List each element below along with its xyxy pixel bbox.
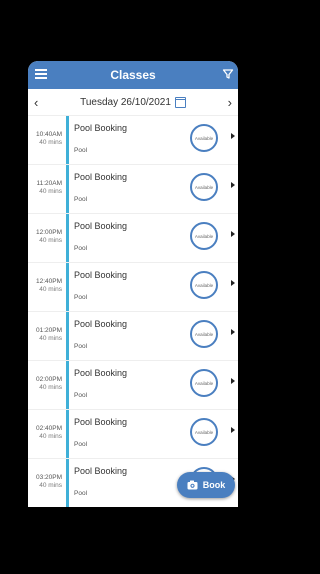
class-time: 02:40PM bbox=[35, 425, 62, 432]
class-accent-bar bbox=[66, 263, 69, 311]
class-accent-bar bbox=[66, 116, 69, 164]
class-list: 10:40AM 40 mins Pool Booking Pool Available 1… bbox=[28, 116, 238, 507]
chevron-right-icon[interactable] bbox=[231, 280, 235, 286]
class-name: Pool Booking bbox=[74, 319, 128, 329]
class-time: 03:20PM bbox=[35, 474, 62, 481]
date-picker[interactable]: Tuesday 26/10/2021 bbox=[80, 96, 186, 108]
availability-badge[interactable]: Available bbox=[190, 320, 218, 348]
chevron-right-icon[interactable] bbox=[231, 427, 235, 433]
class-location: Pool bbox=[74, 294, 88, 301]
chevron-right-icon[interactable] bbox=[231, 231, 235, 237]
class-accent-bar bbox=[66, 361, 69, 409]
class-accent-bar bbox=[66, 312, 69, 360]
chevron-right-icon[interactable] bbox=[231, 182, 235, 188]
class-time: 12:00PM bbox=[35, 229, 62, 236]
calendar-icon[interactable] bbox=[174, 96, 186, 108]
class-time: 01:20PM bbox=[35, 327, 62, 334]
class-name: Pool Booking bbox=[74, 221, 128, 231]
class-row[interactable]: 10:40AM 40 mins Pool Booking Pool Available bbox=[28, 116, 238, 165]
book-button[interactable]: Book bbox=[177, 472, 235, 498]
app-bar: Classes bbox=[28, 61, 238, 89]
class-location: Pool bbox=[74, 343, 88, 350]
class-duration: 40 mins bbox=[39, 237, 62, 244]
class-accent-bar bbox=[66, 410, 69, 458]
availability-badge[interactable]: Available bbox=[190, 418, 218, 446]
class-name: Pool Booking bbox=[74, 368, 128, 378]
class-name: Pool Booking bbox=[74, 270, 128, 280]
chevron-left-icon[interactable]: ‹ bbox=[34, 96, 38, 109]
class-accent-bar bbox=[66, 165, 69, 213]
chevron-right-icon[interactable] bbox=[231, 378, 235, 384]
page-title: Classes bbox=[110, 68, 156, 82]
menu-icon[interactable] bbox=[35, 69, 47, 79]
class-location: Pool bbox=[74, 441, 88, 448]
class-location: Pool bbox=[74, 245, 88, 252]
class-accent-bar bbox=[66, 459, 69, 507]
class-name: Pool Booking bbox=[74, 172, 128, 182]
class-location: Pool bbox=[74, 392, 88, 399]
class-row[interactable]: 01:20PM 40 mins Pool Booking Pool Available bbox=[28, 312, 238, 361]
class-row[interactable]: 12:00PM 40 mins Pool Booking Pool Available bbox=[28, 214, 238, 263]
availability-badge[interactable]: Available bbox=[190, 369, 218, 397]
class-duration: 40 mins bbox=[39, 433, 62, 440]
class-name: Pool Booking bbox=[74, 417, 128, 427]
class-accent-bar bbox=[66, 214, 69, 262]
class-duration: 40 mins bbox=[39, 335, 62, 342]
availability-badge[interactable]: Available bbox=[190, 222, 218, 250]
class-time: 02:00PM bbox=[35, 376, 62, 383]
class-time: 11:20AM bbox=[36, 180, 62, 187]
date-navigator: ‹ Tuesday 26/10/2021 › bbox=[28, 89, 238, 116]
class-duration: 40 mins bbox=[39, 188, 62, 195]
current-date: Tuesday 26/10/2021 bbox=[80, 96, 171, 108]
availability-badge[interactable]: Available bbox=[190, 173, 218, 201]
class-row[interactable]: 11:20AM 40 mins Pool Booking Pool Available bbox=[28, 165, 238, 214]
class-row[interactable]: 02:00PM 40 mins Pool Booking Pool Available bbox=[28, 361, 238, 410]
class-location: Pool bbox=[74, 196, 88, 203]
chevron-right-icon[interactable] bbox=[231, 329, 235, 335]
class-time: 10:40AM bbox=[35, 131, 62, 138]
chevron-right-icon[interactable] bbox=[231, 133, 235, 139]
availability-badge[interactable]: Available bbox=[190, 124, 218, 152]
filter-icon[interactable] bbox=[222, 68, 234, 80]
class-row[interactable]: 12:40PM 40 mins Pool Booking Pool Available bbox=[28, 263, 238, 312]
class-location: Pool bbox=[74, 147, 88, 154]
chevron-right-icon[interactable]: › bbox=[228, 96, 232, 109]
class-location: Pool bbox=[74, 490, 88, 497]
class-name: Pool Booking bbox=[74, 123, 128, 133]
app-screen: Classes ‹ Tuesday 26/10/2021 › 10:40AM 40… bbox=[28, 61, 238, 507]
class-row[interactable]: 02:40PM 40 mins Pool Booking Pool Available bbox=[28, 410, 238, 459]
class-name: Pool Booking bbox=[74, 466, 128, 476]
availability-badge[interactable]: Available bbox=[190, 271, 218, 299]
book-button-label: Book bbox=[202, 480, 226, 490]
class-duration: 40 mins bbox=[39, 384, 62, 391]
class-duration: 40 mins bbox=[39, 482, 62, 489]
book-camera-icon bbox=[187, 480, 198, 490]
class-duration: 40 mins bbox=[39, 286, 62, 293]
class-duration: 40 mins bbox=[39, 139, 62, 146]
class-time: 12:40PM bbox=[35, 278, 62, 285]
